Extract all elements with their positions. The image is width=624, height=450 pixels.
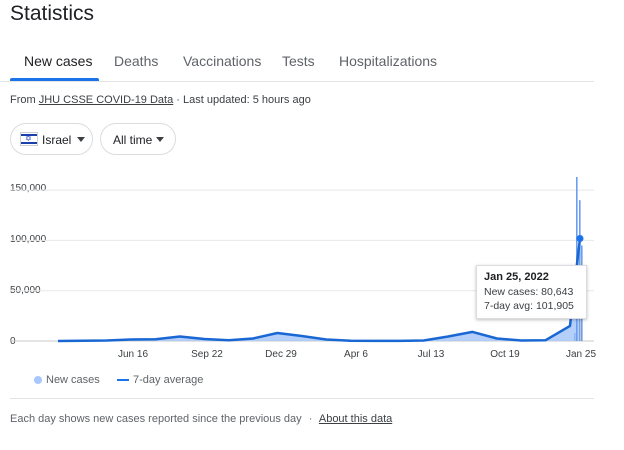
page-title: Statistics bbox=[10, 2, 95, 25]
x-tick-label: Oct 19 bbox=[490, 349, 520, 360]
footer-separator: · bbox=[308, 413, 313, 425]
x-tick-label: Jun 16 bbox=[118, 349, 148, 360]
tab-deaths[interactable]: Deaths bbox=[114, 53, 158, 69]
tooltip-average: 7-day avg: 101,905 bbox=[484, 300, 574, 312]
average-legend-swatch bbox=[117, 379, 129, 381]
chevron-down-icon bbox=[77, 137, 85, 142]
tooltip-new-cases: New cases: 80,643 bbox=[484, 286, 574, 298]
new-cases-legend-swatch bbox=[34, 376, 42, 384]
daily-cases-bar bbox=[574, 332, 576, 341]
time-range-dropdown[interactable]: All time bbox=[100, 123, 176, 155]
data-source-line: From JHU CSSE COVID-19 Data · Last updat… bbox=[10, 94, 311, 106]
footer-text: Each day shows new cases reported since … bbox=[10, 413, 302, 425]
active-tab-indicator bbox=[10, 78, 99, 81]
hover-marker-dot bbox=[576, 234, 584, 242]
tab-tests[interactable]: Tests bbox=[282, 53, 315, 69]
tooltip-date: Jan 25, 2022 bbox=[484, 271, 549, 283]
x-tick-label: Apr 6 bbox=[344, 349, 368, 360]
legend-new-cases: New cases bbox=[46, 374, 100, 386]
stats-tabs: New cases Deaths Vaccinations Tests Hosp… bbox=[0, 42, 594, 82]
tab-new-cases[interactable]: New cases bbox=[24, 53, 92, 69]
time-range-label: All time bbox=[113, 133, 153, 147]
location-dropdown[interactable]: ✡ Israel bbox=[10, 123, 93, 155]
x-tick-label: Dec 29 bbox=[265, 349, 297, 360]
last-updated: Last updated: 5 hours ago bbox=[183, 94, 311, 106]
x-tick-label: Jul 13 bbox=[418, 349, 445, 360]
footer: Each day shows new cases reported since … bbox=[10, 413, 392, 425]
about-data-link[interactable]: About this data bbox=[319, 413, 392, 425]
israel-flag-icon: ✡ bbox=[20, 132, 38, 146]
source-separator: · bbox=[176, 94, 180, 106]
legend-average: 7-day average bbox=[133, 374, 204, 386]
footer-divider bbox=[10, 398, 594, 399]
tab-vaccinations[interactable]: Vaccinations bbox=[183, 53, 261, 69]
tab-hospitalizations[interactable]: Hospitalizations bbox=[339, 53, 437, 69]
location-label: Israel bbox=[42, 133, 72, 147]
x-tick-label: Sep 22 bbox=[191, 349, 223, 360]
source-link[interactable]: JHU CSSE COVID-19 Data bbox=[39, 94, 173, 106]
source-prefix: From bbox=[10, 94, 36, 106]
x-tick-label: Jan 25 bbox=[566, 349, 596, 360]
chevron-down-icon bbox=[156, 137, 164, 142]
chart-tooltip: Jan 25, 2022 New cases: 80,643 7-day avg… bbox=[476, 265, 587, 319]
